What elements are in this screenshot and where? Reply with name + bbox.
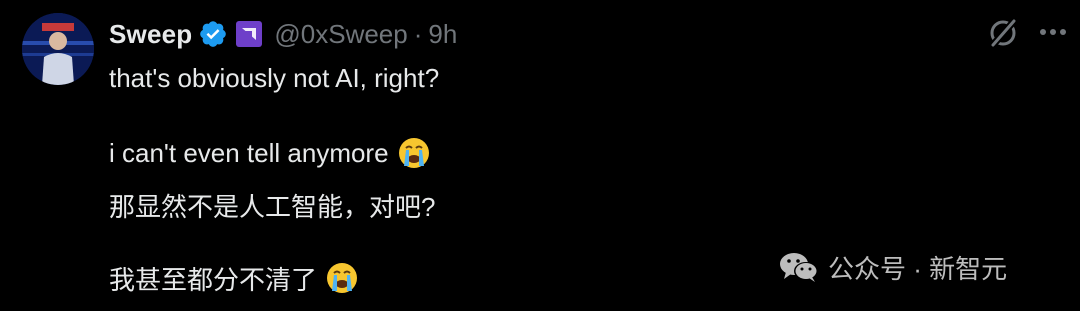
more-icon[interactable] (1036, 22, 1070, 42)
tweet-text-line-3: 那显然不是人工智能，对吧? (109, 185, 435, 225)
grok-icon[interactable] (986, 16, 1020, 50)
tweet-translation-text: 那显然不是人工智能，对吧? (109, 191, 436, 222)
display-name[interactable]: Sweep (109, 19, 192, 50)
wechat-logo-icon (778, 250, 820, 284)
avatar-image (22, 13, 94, 85)
timestamp[interactable]: 9h (428, 19, 457, 50)
tweet-text-line-4: 我甚至都分不清了 (109, 258, 359, 298)
loudly-crying-face-icon (325, 261, 359, 295)
verified-badge-icon (198, 19, 228, 49)
tweet-text: i can't even tell anymore (109, 137, 389, 168)
tweet-text-line-1: that's obviously not AI, right? (109, 58, 439, 98)
affiliate-logo-icon[interactable] (236, 21, 263, 47)
tweet-text-line-2: i can't even tell anymore (109, 133, 431, 173)
separator-dot: · (413, 18, 423, 49)
tweet-text: that's obviously not AI, right? (109, 62, 440, 93)
user-handle[interactable]: @0xSweep (274, 19, 407, 50)
loudly-crying-face-icon (397, 136, 431, 170)
watermark: 公众号 · 新智元 (778, 247, 1007, 287)
tweet-header: Sweep @0xSweep · 9h (109, 14, 457, 54)
avatar[interactable] (22, 13, 94, 85)
watermark-text: 公众号 · 新智元 (828, 253, 1008, 284)
tweet-translation-text: 我甚至都分不清了 (109, 264, 318, 295)
